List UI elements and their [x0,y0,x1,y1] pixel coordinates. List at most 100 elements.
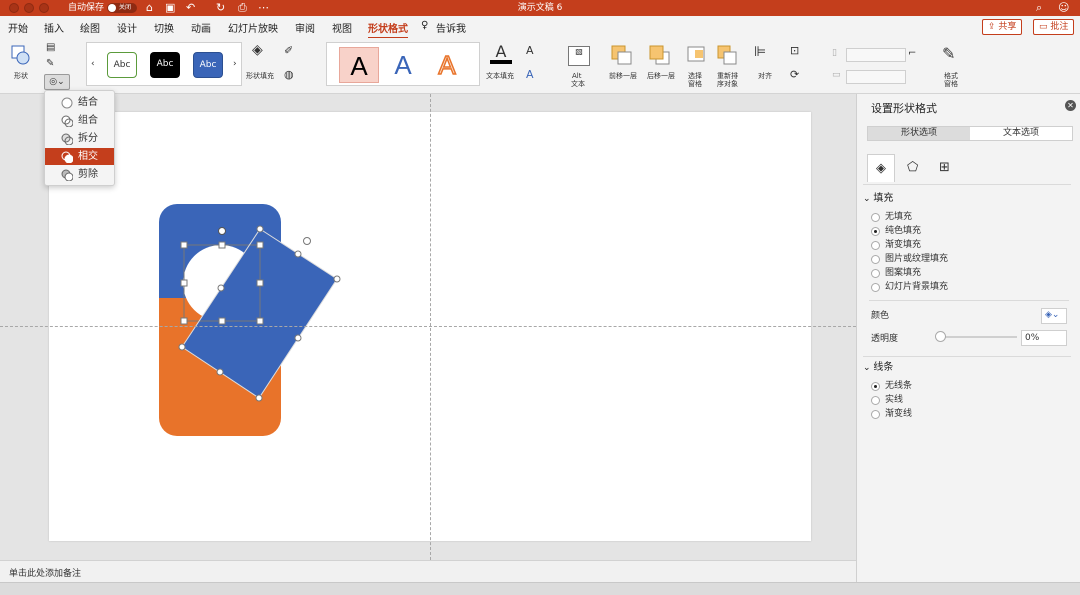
align-icon[interactable]: ⊫ [754,44,772,62]
wordart-preset-2[interactable]: A [383,47,423,83]
tab-slideshow[interactable]: 幻灯片放映 [228,20,278,35]
radio-no-line[interactable]: 无线条 [871,380,1071,393]
text-fill-label: 文本填充 [486,72,514,80]
notes-pane[interactable]: 单击此处添加备注 [0,560,856,582]
tell-me-search[interactable]: 告诉我 [436,20,466,35]
tab-effects[interactable]: ⬠ [899,154,927,182]
style-preset-3[interactable]: Abc [193,52,223,78]
shape-width-input[interactable] [846,70,906,84]
text-fill-icon[interactable]: A [490,42,512,64]
merge-fragment-item[interactable]: 拆分 [45,130,114,147]
tab-transitions[interactable]: 切换 [154,20,174,35]
lock-aspect-icon[interactable]: ⌐ [908,48,926,66]
tab-home[interactable]: 开始 [8,20,28,35]
shapes-label: 形状 [14,72,28,80]
radio-no-line-label: 无线条 [885,381,913,391]
radio-solid-fill-label: 纯色填充 [885,226,922,236]
comment-icon: ▭ [1039,22,1051,32]
tab-animations[interactable]: 动画 [191,20,211,35]
transparency-input[interactable]: 0% [1021,330,1067,346]
text-outline-icon[interactable]: A [526,44,544,62]
format-shape-pane: 设置形状格式 ✕ 形状选项 文本选项 ◈ ⬠ ⊞ 填充 无填充 纯色填充 渐变填… [856,94,1080,582]
bring-forward-label: 前移一层 [609,72,637,80]
radio-gradient-line[interactable]: 渐变线 [871,408,1071,421]
radio-gradient-fill[interactable]: 渐变填充 [871,239,1071,252]
tab-view[interactable]: 视图 [332,20,352,35]
merge-intersect-label: 相交 [78,151,98,162]
close-pane-icon[interactable]: ✕ [1065,100,1076,111]
tab-fill-line[interactable]: ◈ [867,154,895,182]
merge-union-item[interactable]: 结合 [45,94,114,111]
style-preset-2[interactable]: Abc [150,52,180,78]
radio-gradient-line-label: 渐变线 [885,409,913,419]
radio-picture-fill[interactable]: 图片或纹理填充 [871,253,1071,266]
wordart-preset-1[interactable]: A [339,47,379,83]
merge-shapes-button[interactable]: ◎⌄ [44,74,70,90]
tab-design[interactable]: 设计 [117,20,137,35]
comments-label: 批注 [1050,22,1069,32]
merge-subtract-item[interactable]: 剪除 [45,166,114,183]
shape-height-input[interactable] [846,48,906,62]
rotate-handle-rectangle[interactable] [303,237,311,245]
line-section-header[interactable]: 线条 [863,358,893,373]
divider [863,356,1071,357]
send-backward-icon[interactable] [648,44,672,66]
document-title: 演示文稿 6 [517,3,563,13]
radio-slide-background-fill[interactable]: 幻灯片背景填充 [871,281,1071,294]
bring-forward-icon[interactable] [610,44,634,66]
tab-shape-format[interactable]: 形状格式 [368,20,408,39]
alt-text-icon[interactable]: ▧ [568,46,590,66]
fill-color-button[interactable]: ◈⌄ [1041,308,1067,324]
ribbon-tabs: 开始 插入 绘图 设计 切换 动画 幻灯片放映 审阅 视图 形状格式 ♀ 告诉我… [0,16,1080,39]
merge-combine-item[interactable]: 组合 [45,112,114,129]
radio-solid-fill[interactable]: 纯色填充 [871,225,1071,238]
transparency-slider-track[interactable] [937,336,1017,338]
comments-button[interactable]: ▭ 批注 [1033,19,1075,35]
fill-section-header[interactable]: 填充 [863,189,893,204]
account-icon[interactable]: ☺ [1058,1,1069,15]
format-pane-icon[interactable]: ✎ [942,44,960,63]
fragment-icon [61,133,73,145]
merge-intersect-item[interactable]: 相交 [45,148,114,165]
shape-effects-icon[interactable]: ◍ [284,68,302,86]
shape-outline-icon[interactable]: ✐ [284,44,302,62]
merge-combine-label: 组合 [78,115,98,126]
transparency-slider-handle[interactable] [935,331,946,342]
radio-solid-line[interactable]: 实线 [871,394,1071,407]
selection-pane-icon[interactable] [686,44,708,66]
tab-draw[interactable]: 绘图 [80,20,100,35]
shapes-icon[interactable] [10,44,32,66]
group-icon[interactable]: ⊡ [790,44,808,62]
rotate-handle-circle[interactable] [218,227,226,235]
wordart-gallery: A A A [326,42,480,86]
send-backward-label: 后移一层 [647,72,675,80]
pentagon-icon: ⬠ [907,160,919,175]
paint-bucket-icon: ◈⌄ [1045,310,1060,320]
shape-style-gallery: ‹ Abc Abc Abc › [86,42,242,86]
tab-text-options[interactable]: 文本选项 [970,127,1072,140]
share-icon: ⇪ [988,22,999,32]
paint-bucket-icon[interactable]: ◈ [252,42,270,60]
share-label: 共享 [998,22,1017,32]
rotate-icon[interactable]: ⟳ [790,68,808,86]
gallery-prev-icon[interactable]: ‹ [91,59,95,69]
search-icon[interactable]: ⌕ [1036,1,1042,15]
tab-size-properties[interactable]: ⊞ [931,154,959,182]
tab-review[interactable]: 审阅 [295,20,315,35]
share-button[interactable]: ⇪ 共享 [982,19,1023,35]
wordart-preset-3[interactable]: A [427,47,467,83]
format-pane-label-1: 格式 [944,72,958,80]
merge-shapes-menu: 结合 组合 拆分 相交 剪除 [44,90,115,186]
slide-editor[interactable] [0,94,856,560]
radio-no-fill[interactable]: 无填充 [871,211,1071,224]
tab-insert[interactable]: 插入 [44,20,64,35]
radio-pattern-fill[interactable]: 图案填充 [871,267,1071,280]
gallery-next-icon[interactable]: › [233,59,237,69]
style-preset-1[interactable]: Abc [107,52,137,78]
lightbulb-icon: ♀ [421,20,429,31]
reorder-objects-icon[interactable] [716,44,738,66]
horizontal-smart-guide [0,326,856,327]
text-effects-icon[interactable]: A [526,68,544,86]
vertical-smart-guide [430,94,431,560]
tab-shape-options[interactable]: 形状选项 [868,127,970,140]
